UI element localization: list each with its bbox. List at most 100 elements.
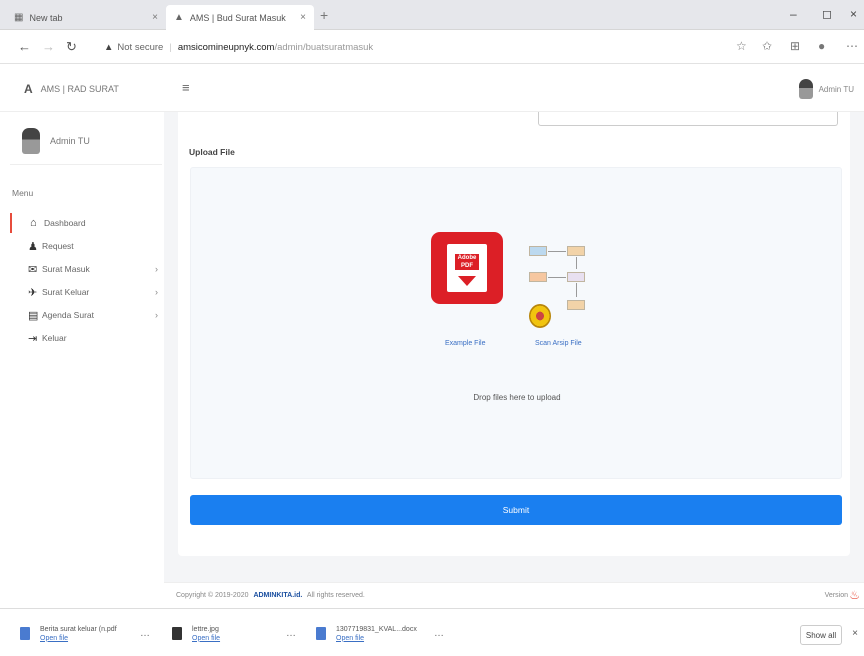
submit-button[interactable]: Submit <box>190 495 842 525</box>
tab-label: AMS | Bud Surat Masuk <box>189 12 286 23</box>
not-secure-icon: ▲ <box>104 41 114 53</box>
sidebar-item-surat-masuk[interactable]: ✉ Surat Masuk › <box>10 259 164 279</box>
logo-text: AMS | RAD SURAT <box>40 84 119 94</box>
chevron-right-icon: › <box>155 310 158 320</box>
upload-card: Upload File Adobe PDF Example File Scan … <box>178 112 850 556</box>
open-file-link[interactable]: Open file <box>336 635 417 642</box>
open-file-link[interactable]: Open file <box>40 635 117 642</box>
main-content: Upload File Adobe PDF Example File Scan … <box>164 112 864 582</box>
tab-label: New tab <box>29 12 63 23</box>
sidebar-item-label: Request <box>42 241 74 251</box>
url-field[interactable]: ▲ Not secure | amsicomineupnyk.com /admi… <box>104 36 724 58</box>
reload-icon[interactable]: ↻ <box>66 39 77 55</box>
inbox-icon: ✉ <box>28 263 38 276</box>
pdf-file-icon: Adobe PDF <box>431 232 503 304</box>
more-options-icon[interactable]: … <box>140 628 150 639</box>
diagram-caption: Scan Arsip File <box>535 340 582 347</box>
menu-icon[interactable]: ⋯ <box>846 39 858 53</box>
sidebar-item-label: Dashboard <box>44 218 86 228</box>
file-dropzone[interactable]: Adobe PDF Example File Scan Arsip File D… <box>190 167 842 479</box>
brand-link[interactable]: ADMINKITA.id. <box>253 592 302 599</box>
upload-file-label: Upload File <box>189 147 235 157</box>
logo-mark-icon: A <box>24 82 33 96</box>
favorites-icon[interactable]: ✩ <box>762 39 772 53</box>
agenda-icon: ▤ <box>28 309 39 322</box>
copyright: Copyright © 2019-2020 ADMINKITA.id. All … <box>176 592 365 599</box>
close-tab-icon[interactable]: × <box>152 12 158 23</box>
tab-new-tab[interactable]: ▦ New tab × <box>6 5 166 30</box>
app-header: A AMS | RAD SURAT ≡ Admin TU <box>0 64 864 112</box>
sidebar-item-agenda-surat[interactable]: ▤ Agenda Surat › <box>10 305 164 325</box>
browser-tab-bar: ▦ New tab × ▲ AMS | Bud Surat Masuk × + … <box>0 0 864 30</box>
seal-icon <box>529 304 551 328</box>
download-name: Berita surat keluar (n.pdf <box>40 625 117 633</box>
hamburger-menu-icon[interactable]: ≡ <box>182 80 190 95</box>
sidebar-item-label: Surat Masuk <box>42 264 90 274</box>
divider <box>10 164 162 165</box>
profile-icon[interactable]: ● <box>818 39 825 53</box>
url-host: amsicomineupnyk.com <box>177 41 275 53</box>
download-item[interactable]: lettre.jpg Open file … <box>172 619 296 647</box>
file-icon <box>172 626 182 640</box>
copyright-prefix: Copyright © 2019-2020 <box>176 592 249 599</box>
sidebar-item-surat-keluar[interactable]: ✈ Surat Keluar › <box>10 282 164 302</box>
sidebar: Admin TU Menu ⌂ Dashboard ♟ Request ✉ Su… <box>0 112 164 582</box>
app-logo[interactable]: A AMS | RAD SURAT <box>24 82 119 96</box>
address-toolbar: ← → ↻ ▲ Not secure | amsicomineupnyk.com… <box>0 30 864 64</box>
more-options-icon[interactable]: … <box>286 628 296 639</box>
pdf-caption: Example File <box>445 340 486 347</box>
sidebar-user-name: Admin TU <box>50 136 90 146</box>
new-tab-button[interactable]: + <box>320 7 328 23</box>
url-path: /admin/buatsuratmasuk <box>274 41 374 53</box>
open-file-link[interactable]: Open file <box>192 635 220 642</box>
star-icon[interactable]: ☆ <box>736 39 747 53</box>
url-separator: | <box>169 41 172 53</box>
sidebar-item-keluar[interactable]: ⇥ Keluar <box>10 328 164 348</box>
new-tab-icon: ▦ <box>14 12 24 23</box>
sidebar-item-label: Keluar <box>42 333 67 343</box>
minimize-icon[interactable]: – <box>790 7 797 21</box>
download-item[interactable]: Berita surat keluar (n.pdf Open file … <box>20 619 150 647</box>
close-window-icon[interactable]: × <box>850 7 857 21</box>
chevron-right-icon: › <box>155 264 158 274</box>
download-name: 1307719831_KVAL...docx <box>336 625 417 633</box>
back-icon[interactable]: ← <box>18 39 31 54</box>
sidebar-item-label: Agenda Surat <box>42 310 94 320</box>
logout-icon: ⇥ <box>28 332 38 345</box>
file-icon <box>316 626 326 640</box>
page-footer: Copyright © 2019-2020 ADMINKITA.id. All … <box>164 582 864 608</box>
downloads-bar: Berita surat keluar (n.pdf Open file … l… <box>0 608 864 656</box>
flowchart-thumbnail-icon <box>529 238 619 334</box>
forward-icon[interactable]: → <box>42 39 55 54</box>
copyright-rights: All rights reserved. <box>306 592 365 599</box>
flame-icon: ♨ <box>849 588 860 602</box>
version-label: Version <box>824 592 848 599</box>
dashboard-icon: ⌂ <box>30 217 37 229</box>
avatar <box>798 79 813 99</box>
sidebar-item-dashboard[interactable]: ⌂ Dashboard <box>10 213 164 233</box>
sidebar-user: Admin TU <box>22 128 90 154</box>
menu-heading: Menu <box>12 188 34 198</box>
sidebar-item-label: Surat Keluar <box>42 287 90 297</box>
download-item[interactable]: 1307719831_KVAL...docx Open file … <box>316 619 444 647</box>
top-user-name: Admin TU <box>818 84 854 94</box>
more-options-icon[interactable]: … <box>434 628 444 639</box>
collections-icon[interactable]: ⊞ <box>790 39 800 53</box>
not-secure-label: Not secure <box>117 41 164 53</box>
top-user-menu[interactable]: Admin TU <box>798 79 854 99</box>
drop-instructions: Drop files here to upload <box>473 393 561 402</box>
pdf-badge: Adobe PDF <box>455 254 479 270</box>
sidebar-item-request[interactable]: ♟ Request <box>10 236 164 256</box>
tab-ams[interactable]: ▲ AMS | Bud Surat Masuk × <box>166 5 314 30</box>
download-name: lettre.jpg <box>192 625 219 633</box>
close-tab-icon[interactable]: × <box>300 12 306 23</box>
close-icon[interactable]: × <box>852 628 858 639</box>
request-icon: ♟ <box>28 240 38 253</box>
site-favicon-icon: ▲ <box>174 12 184 23</box>
show-all-button[interactable]: Show all <box>800 625 842 645</box>
description-textarea[interactable] <box>538 112 838 126</box>
file-icon <box>20 626 30 640</box>
send-icon: ✈ <box>28 286 38 299</box>
chevron-right-icon: › <box>155 287 158 297</box>
restore-icon[interactable]: ◻ <box>822 7 832 21</box>
